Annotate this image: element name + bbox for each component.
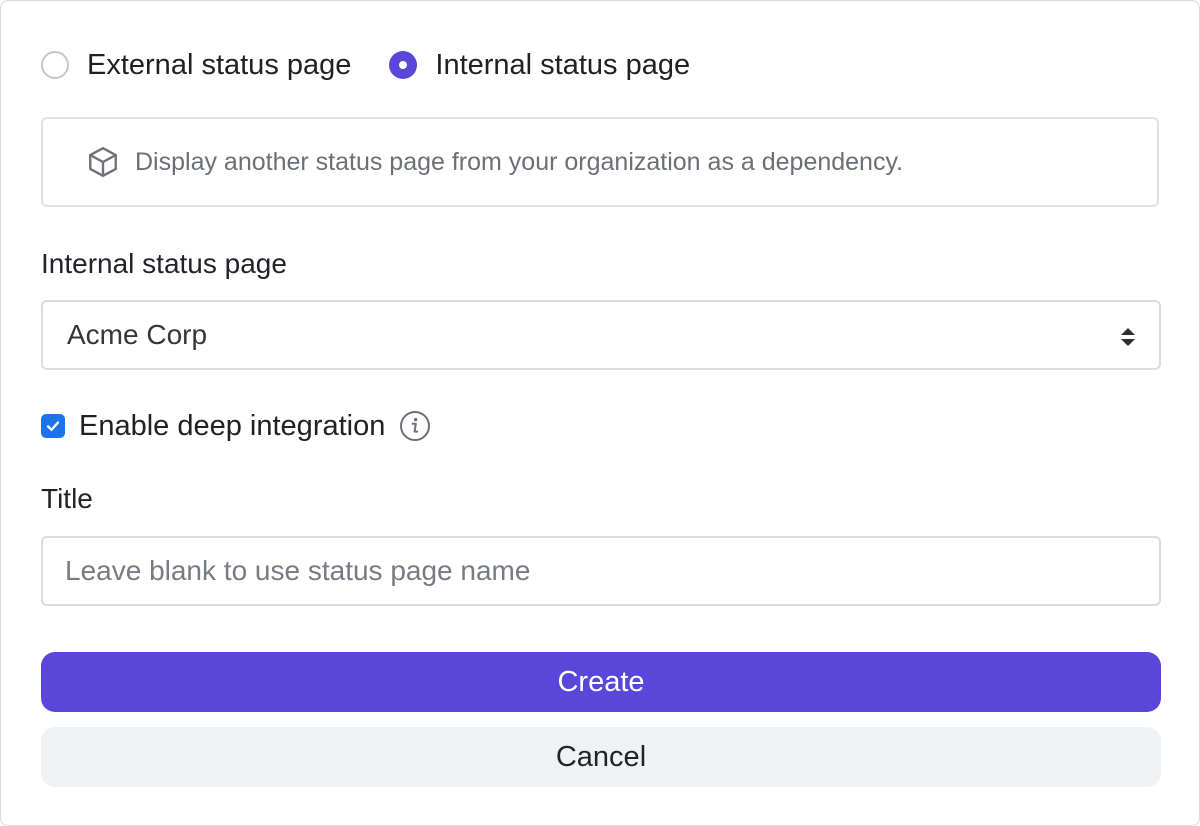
title-input[interactable] xyxy=(41,536,1161,606)
checkmark-icon xyxy=(46,421,60,431)
deep-integration-checkbox[interactable] xyxy=(41,414,65,438)
radio-option-external[interactable]: External status page xyxy=(41,49,351,82)
create-button[interactable]: Create xyxy=(41,652,1161,712)
select-arrows-icon xyxy=(1121,328,1135,346)
external-radio-label[interactable]: External status page xyxy=(87,49,351,82)
title-label: Title xyxy=(41,483,93,514)
internal-radio-button[interactable] xyxy=(389,51,418,79)
external-radio-button[interactable] xyxy=(41,51,69,79)
select-value: Acme Corp xyxy=(67,319,208,350)
info-callout: Display another status page from your or… xyxy=(41,117,1159,207)
deep-integration-row: Enable deep integration xyxy=(41,407,431,445)
internal-radio-label[interactable]: Internal status page xyxy=(435,49,690,82)
dependency-form-dialog: External status page Internal status pag… xyxy=(0,0,1200,826)
cube-icon xyxy=(89,147,117,177)
info-icon[interactable] xyxy=(399,410,431,442)
cancel-button[interactable]: Cancel xyxy=(41,727,1161,787)
deep-integration-label[interactable]: Enable deep integration xyxy=(79,410,385,443)
internal-page-select[interactable]: Acme Corp xyxy=(41,300,1161,370)
radio-option-internal[interactable]: Internal status page xyxy=(389,49,690,82)
info-text: Display another status page from your or… xyxy=(135,147,904,176)
internal-page-label: Internal status page xyxy=(41,248,287,279)
source-type-radio-group: External status page Internal status pag… xyxy=(41,48,690,82)
